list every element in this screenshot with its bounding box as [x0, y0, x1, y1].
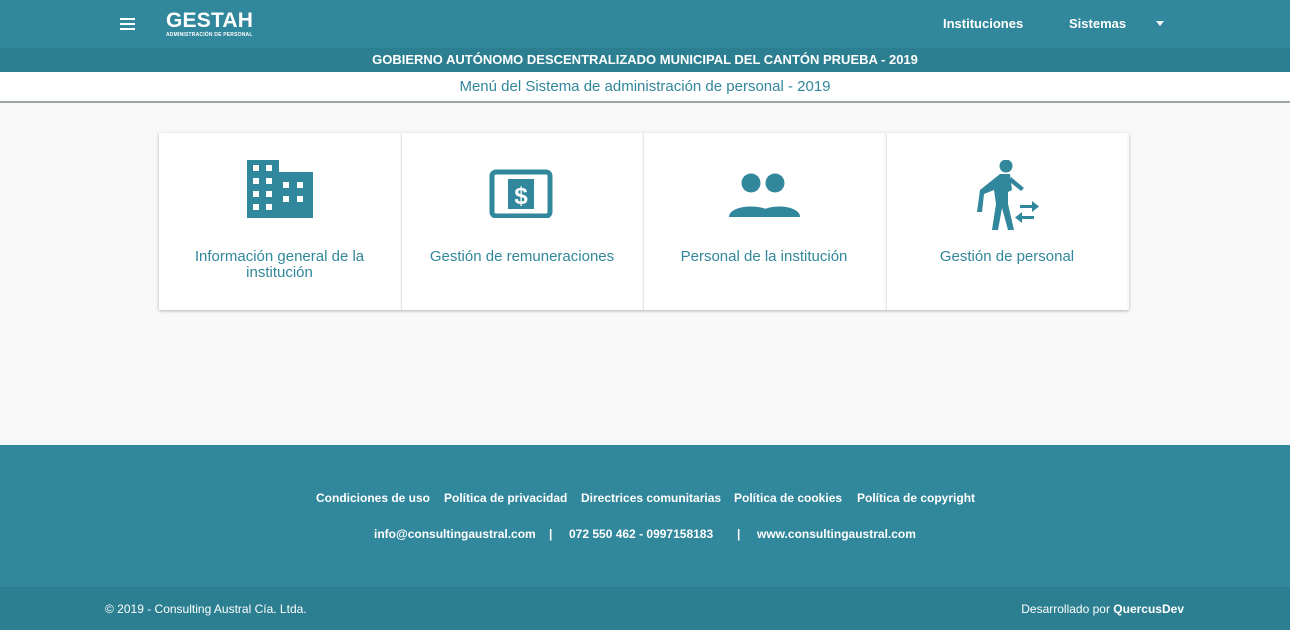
nav-institutions-link[interactable]: Instituciones [943, 16, 1023, 31]
government-title-bar: GOBIERNO AUTÓNOMO DESCENTRALIZADO MUNICI… [0, 48, 1290, 72]
card-institution-staff[interactable]: Personal de la institución [643, 133, 884, 310]
footer-link-copyright[interactable]: Política de copyright [857, 491, 975, 505]
building-icon [159, 160, 400, 232]
page-title: Menú del Sistema de administración de pe… [0, 72, 1290, 103]
svg-text:$: $ [514, 183, 528, 210]
card-personnel-management[interactable]: Gestión de personal [886, 133, 1127, 310]
developer-link[interactable]: QuercusDev [1113, 602, 1184, 616]
card-institution-info[interactable]: Información general de la institución [159, 133, 400, 310]
logo-subtitle: ADMINISTRACIÓN DE PERSONAL [166, 32, 253, 38]
developed-by-label: Desarrollado por [1021, 602, 1110, 616]
footer-phones: 072 550 462 - 0997158183 [569, 527, 714, 541]
card-institution-staff-label: Personal de la institución [680, 248, 848, 265]
app-logo[interactable]: GESTAH ADMINISTRACIÓN DE PERSONAL [166, 10, 266, 42]
footer-link-guidelines[interactable]: Directrices comunitarias [581, 491, 721, 505]
person-transfer-icon [887, 160, 1127, 232]
caret-down-icon[interactable] [1156, 21, 1164, 26]
money-bill-icon: $ [402, 160, 642, 232]
footer-website[interactable]: www.consultingaustral.com [757, 527, 916, 541]
footer-separator: | [737, 527, 741, 541]
logo-title: GESTAH [166, 9, 254, 32]
footer: Condiciones de uso Política de privacida… [0, 445, 1290, 587]
bottom-bar: © 2019 - Consulting Austral Cía. Ltda. D… [0, 587, 1290, 630]
footer-email[interactable]: info@consultingaustral.com [374, 527, 536, 541]
footer-separator: | [549, 527, 553, 541]
card-remunerations[interactable]: $ Gestión de remuneraciones [401, 133, 642, 310]
footer-link-terms[interactable]: Condiciones de uso [316, 491, 430, 505]
menu-cards: Información general de la institución $ … [159, 133, 1129, 310]
developer-credit: Desarrollado por QuercusDev [1021, 602, 1184, 616]
card-personnel-management-label: Gestión de personal [939, 248, 1075, 265]
top-navbar: GESTAH ADMINISTRACIÓN DE PERSONAL Instit… [0, 0, 1290, 48]
copyright-text: © 2019 - Consulting Austral Cía. Ltda. [105, 602, 307, 616]
footer-link-privacy[interactable]: Política de privacidad [444, 491, 567, 505]
footer-link-cookies[interactable]: Política de cookies [734, 491, 842, 505]
people-icon [644, 160, 884, 232]
hamburger-menu-icon[interactable] [118, 14, 138, 34]
nav-systems-link[interactable]: Sistemas [1069, 16, 1126, 31]
card-institution-info-label: Información general de la institución [194, 248, 365, 281]
card-remunerations-label: Gestión de remuneraciones [429, 248, 615, 265]
